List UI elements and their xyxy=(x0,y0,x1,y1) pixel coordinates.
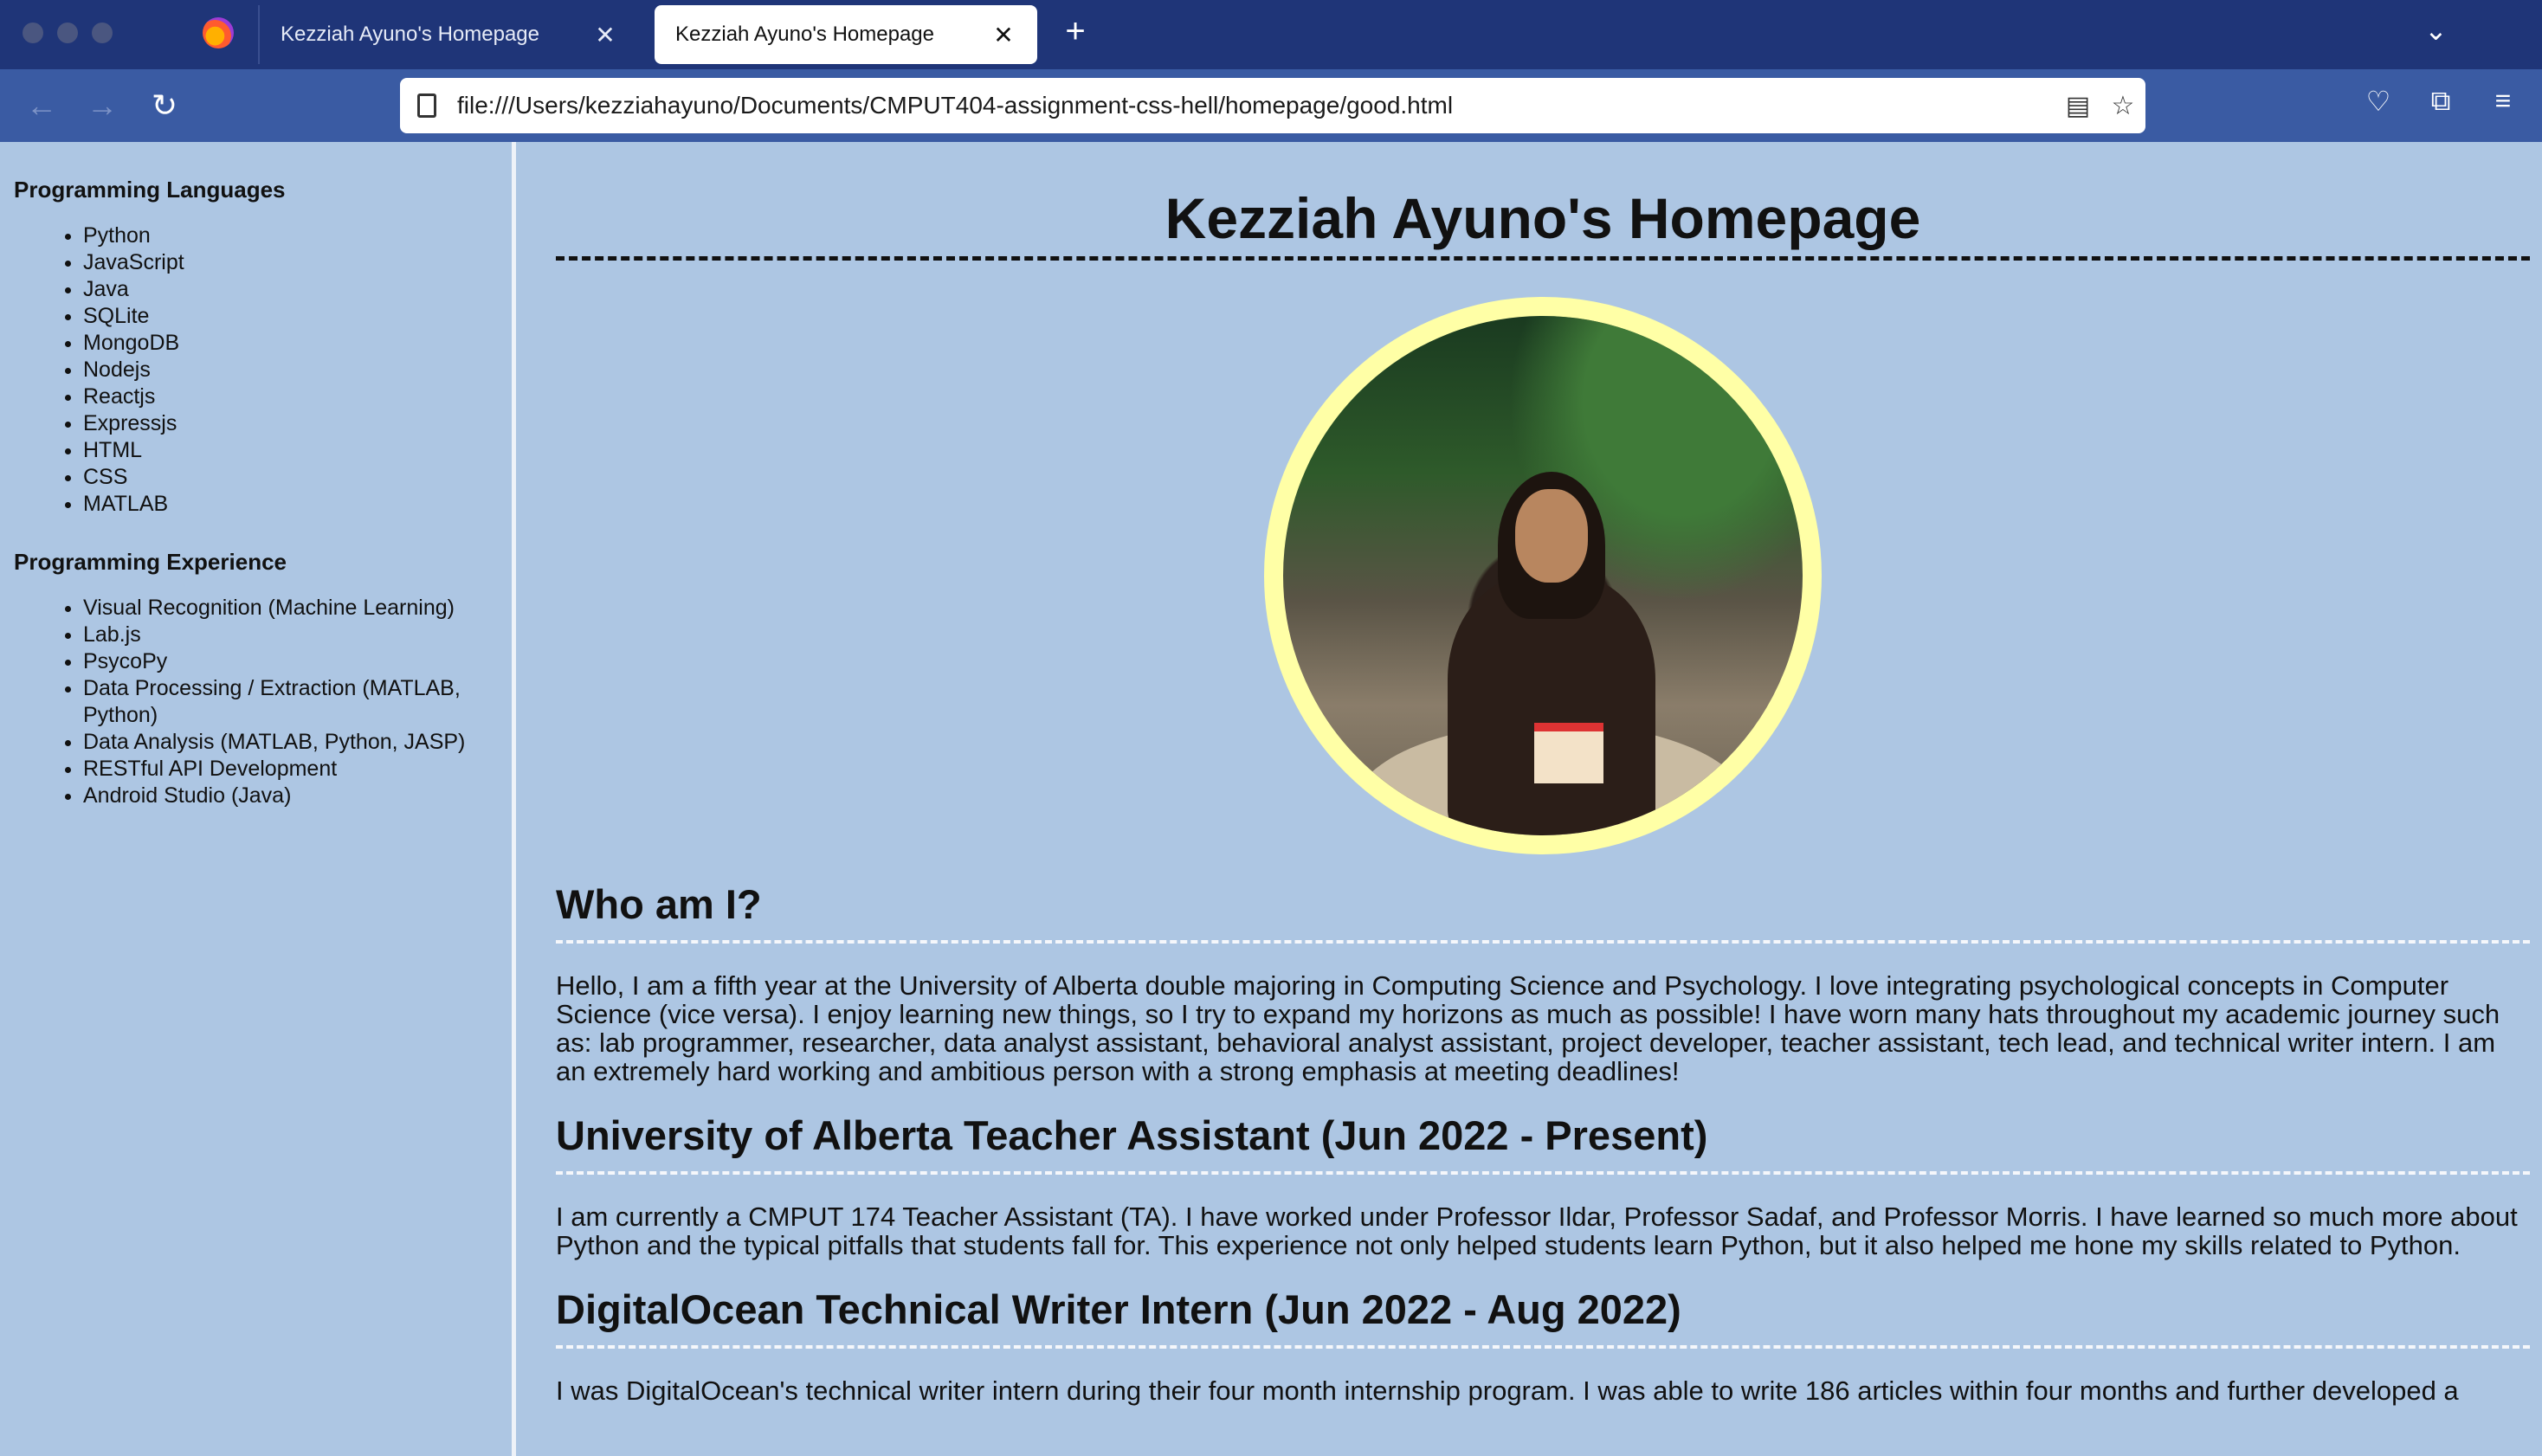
forward-arrow-icon[interactable]: → xyxy=(83,87,121,125)
section-text-ta: I am currently a CMPUT 174 Teacher Assis… xyxy=(556,1202,2518,1260)
profile-photo-container xyxy=(556,297,2530,854)
list-item: Python xyxy=(83,222,498,249)
reader-view-icon[interactable]: ▤ xyxy=(2055,91,2100,121)
menu-icon[interactable]: ≡ xyxy=(2483,85,2523,117)
address-bar[interactable]: file:///Users/kezziahayuno/Documents/CMP… xyxy=(400,78,2145,133)
page-title: Kezziah Ayuno's Homepage xyxy=(556,142,2530,261)
extensions-icon[interactable]: ⧉ xyxy=(2421,85,2461,118)
list-item: PsycoPy xyxy=(83,648,498,675)
pocket-icon[interactable]: ♡ xyxy=(2358,85,2398,118)
back-arrow-icon[interactable]: ← xyxy=(23,87,61,125)
person-face xyxy=(1515,489,1588,583)
url-text[interactable]: file:///Users/kezziahayuno/Documents/CMP… xyxy=(457,92,2055,119)
list-item: RESTful API Development xyxy=(83,756,498,783)
list-item: Java xyxy=(83,276,498,303)
list-item: Data Analysis (MATLAB, Python, JASP) xyxy=(83,729,498,756)
reload-icon[interactable]: ↻ xyxy=(145,87,184,125)
languages-heading: Programming Languages xyxy=(14,177,286,203)
list-item: Nodejs xyxy=(83,357,498,383)
new-tab-icon[interactable]: + xyxy=(1058,12,1093,51)
close-tab-icon[interactable]: ✕ xyxy=(990,21,1016,49)
experience-heading: Programming Experience xyxy=(14,549,287,575)
chevron-down-icon[interactable]: ⌄ xyxy=(2424,14,2448,47)
list-item: Expressjs xyxy=(83,410,498,437)
minimize-window-icon[interactable] xyxy=(57,23,78,43)
section-text-who-am-i: Hello, I am a fifth year at the Universi… xyxy=(556,970,2500,1086)
bookmark-star-icon[interactable]: ☆ xyxy=(2100,91,2145,121)
section-heading-who-am-i: Who am I? xyxy=(556,880,2530,944)
browser-nav-bar: ← → ↻ file:///Users/kezziahayuno/Documen… xyxy=(0,69,2542,142)
section-heading-ta: University of Alberta Teacher Assistant … xyxy=(556,1111,2530,1175)
list-item: MongoDB xyxy=(83,330,498,357)
list-item: HTML xyxy=(83,437,498,464)
list-item: JavaScript xyxy=(83,249,498,276)
cake-slice xyxy=(1534,723,1603,783)
list-item: Visual Recognition (Machine Learning) xyxy=(83,595,498,622)
list-item: SQLite xyxy=(83,303,498,330)
list-item: CSS xyxy=(83,464,498,491)
sidebar: Programming Languages Python JavaScript … xyxy=(0,142,516,1456)
main-content: Kezziah Ayuno's Homepage Who am I? Hello… xyxy=(556,142,2530,1456)
tab-inactive[interactable]: Kezziah Ayuno's Homepage ✕ xyxy=(258,5,639,64)
firefox-logo-icon xyxy=(203,17,234,48)
experience-list: Visual Recognition (Machine Learning) La… xyxy=(83,595,498,809)
close-tab-icon[interactable]: ✕ xyxy=(592,21,618,49)
list-item: MATLAB xyxy=(83,491,498,518)
tab-label: Kezziah Ayuno's Homepage xyxy=(281,23,540,46)
close-window-icon[interactable] xyxy=(23,23,43,43)
section-text-digitalocean: I was DigitalOcean's technical writer in… xyxy=(556,1375,2459,1406)
list-item: Reactjs xyxy=(83,383,498,410)
tab-label: Kezziah Ayuno's Homepage xyxy=(675,23,935,46)
section-heading-digitalocean: DigitalOcean Technical Writer Intern (Ju… xyxy=(556,1285,2530,1349)
browser-tab-bar: Kezziah Ayuno's Homepage ✕ Kezziah Ayuno… xyxy=(0,0,2542,69)
profile-photo xyxy=(1264,297,1822,854)
list-item: Data Processing / Extraction (MATLAB, Py… xyxy=(83,675,498,729)
page-icon xyxy=(417,93,436,118)
list-item: Lab.js xyxy=(83,622,498,648)
tab-active[interactable]: Kezziah Ayuno's Homepage ✕ xyxy=(655,5,1037,64)
list-item: Android Studio (Java) xyxy=(83,783,498,809)
maximize-window-icon[interactable] xyxy=(92,23,113,43)
languages-list: Python JavaScript Java SQLite MongoDB No… xyxy=(83,222,498,518)
